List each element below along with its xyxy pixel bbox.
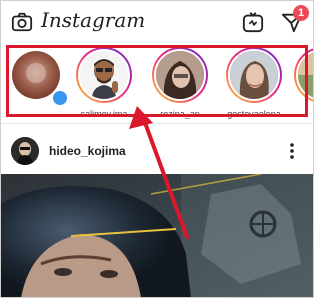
story-item-gostevaelena[interactable]: gostevaelena (223, 45, 285, 120)
app-frame: Instagram 1 salimov.ima rozina_an gostev… (0, 0, 314, 298)
divider (1, 123, 313, 124)
avatar[interactable] (11, 137, 39, 165)
post-username[interactable]: hideo_kojima (49, 144, 126, 158)
story-item-salimov[interactable]: salimov.ima (73, 45, 135, 120)
story-ring (294, 47, 313, 103)
story-ring (152, 47, 208, 103)
story-item-rozina[interactable]: rozina_an (149, 45, 211, 120)
story-label: gostevaelena (227, 109, 281, 119)
more-options-icon[interactable] (287, 141, 297, 161)
avatar (154, 49, 206, 101)
story-item-partial[interactable]: gar (291, 45, 313, 120)
avatar (228, 49, 280, 101)
app-title: Instagram (41, 8, 146, 32)
story-label: rozina_an (160, 109, 200, 119)
post-header: hideo_kojima (1, 133, 313, 173)
notification-badge: 1 (293, 5, 309, 21)
story-ring (76, 47, 132, 103)
stories-tray: salimov.ima rozina_an gostevaelena (1, 45, 313, 120)
add-story-icon[interactable] (51, 89, 69, 107)
story-ring (226, 47, 282, 103)
story-item-own[interactable] (5, 45, 69, 120)
avatar (296, 49, 313, 101)
camera-icon[interactable] (11, 11, 33, 33)
story-label: salimov.ima (80, 109, 128, 119)
post-image[interactable] (1, 174, 313, 297)
top-bar: Instagram 1 (1, 1, 313, 43)
story-label: gar (291, 109, 313, 119)
avatar (78, 49, 130, 101)
igtv-icon[interactable] (242, 11, 264, 33)
